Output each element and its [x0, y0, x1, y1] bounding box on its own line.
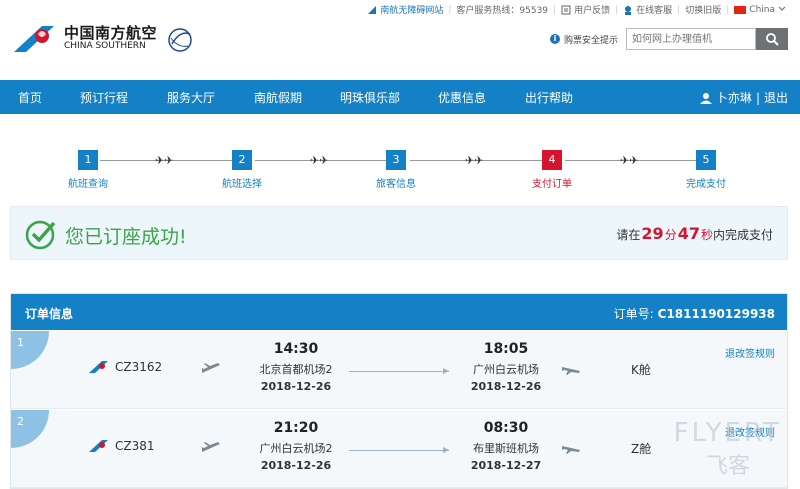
departure-airport: 北京首都机场2: [259, 363, 333, 376]
departure-date: 2018-12-26: [260, 459, 332, 472]
plane-icon: ✈✈: [310, 154, 329, 167]
nav-item-help[interactable]: 出行帮助: [525, 89, 573, 106]
step-passenger-info: 3 旅客信息: [356, 150, 436, 190]
arrival-plane-icon: [562, 367, 580, 375]
nav-item-holidays[interactable]: 南航假期: [254, 89, 302, 106]
booking-progress: ✈✈ ✈✈ ✈✈ ✈✈ 1 航班查询 2 航班选择 3 旅客信息 4 支付订单 …: [0, 150, 800, 196]
step-flight-select: 2 航班选择: [202, 150, 282, 190]
flight-number: CZ3162: [115, 360, 163, 374]
route-arrow: [349, 447, 449, 453]
nav-item-service[interactable]: 服务大厅: [167, 89, 215, 106]
arrival-time: 08:30: [483, 420, 529, 436]
search-button[interactable]: [756, 28, 788, 50]
step-complete: 5 完成支付: [666, 150, 746, 190]
plane-icon: ✈✈: [620, 154, 639, 167]
header-search-area: i 购票安全提示: [549, 28, 788, 50]
airline-logo-icon: [89, 361, 108, 373]
success-message: 您已订座成功!: [65, 226, 187, 248]
online-service-link[interactable]: 在线客服: [636, 3, 672, 16]
logo-text-cn: 中国南方航空: [64, 24, 158, 42]
plane-icon: ✈✈: [465, 154, 484, 167]
safety-tip-link[interactable]: i 购票安全提示: [549, 33, 618, 46]
accessibility-icon: [367, 5, 377, 15]
arrival-date: 2018-12-27: [470, 459, 542, 472]
logo-text-en: CHINA SOUTHERN: [64, 41, 146, 51]
change-rules-link[interactable]: 退改签规则: [725, 345, 775, 360]
kapok-logo-icon: [14, 26, 54, 52]
watermark-text-cn: 飞客: [705, 454, 750, 479]
departure-time: 14:30: [273, 341, 319, 357]
skyteam-logo-icon: [168, 28, 192, 52]
arrival-time: 18:05: [483, 341, 529, 357]
cabin-class: Z舱: [631, 442, 652, 456]
region-select[interactable]: China: [749, 5, 775, 15]
feedback-link[interactable]: 用户反馈: [574, 3, 610, 16]
departure-date: 2018-12-26: [260, 380, 332, 393]
order-title: 订单信息: [25, 307, 74, 321]
departure-plane-icon: [202, 442, 220, 452]
user-icon: [699, 92, 712, 104]
arrival-airport: 广州白云机场: [473, 363, 539, 376]
feedback-icon: [561, 5, 571, 15]
check-circle-icon: [25, 220, 56, 250]
flight-row: 1 CZ3162 14:30 北京首都机场2 2018-12-26 18:05 …: [11, 331, 787, 409]
nav-item-club[interactable]: 明珠俱乐部: [340, 89, 400, 106]
plane-icon: ✈✈: [155, 154, 174, 167]
booking-success-banner: 您已订座成功! 请在 29 分 47 秒 内完成支付: [10, 206, 788, 260]
order-info-panel: 订单信息 订单号: C1811190129938 1 CZ3162 14:30 北…: [10, 293, 788, 489]
departure-time: 21:20: [273, 420, 319, 436]
arrival-date: 2018-12-26: [470, 380, 542, 393]
info-icon: i: [549, 34, 560, 44]
user-area: 卜亦琳 | 退出: [699, 89, 788, 106]
arrival-plane-icon: [562, 446, 580, 454]
cabin-class: K舱: [631, 363, 651, 377]
old-version-link[interactable]: 切换旧版: [685, 3, 721, 16]
hotline-text: 客户服务热线：95539: [456, 6, 549, 16]
nav-item-booking[interactable]: 预订行程: [80, 89, 128, 106]
search-icon: [766, 33, 779, 46]
china-southern-logo[interactable]: 中国南方航空 CHINA SOUTHERN: [12, 22, 202, 56]
search-input[interactable]: [626, 28, 756, 50]
username-link[interactable]: 卜亦琳: [716, 89, 752, 106]
barrier-free-link[interactable]: 南航无障碍网站: [380, 3, 443, 16]
flight-number: CZ381: [115, 439, 155, 453]
segment-index-badge: 1: [11, 331, 49, 369]
watermark-text: FLYERT: [673, 418, 782, 448]
departure-plane-icon: [202, 363, 220, 373]
flight-row: 2 CZ381 21:20 广州白云机场2 2018-12-26 08:30 布…: [11, 410, 787, 488]
payment-countdown: 请在 29 分 47 秒 内完成支付: [616, 224, 773, 243]
logout-link[interactable]: 退出: [764, 89, 788, 106]
departure-airport: 广州白云机场2: [259, 442, 333, 455]
china-flag-icon: [734, 5, 747, 14]
route-arrow: [349, 368, 449, 374]
step-flight-search: 1 航班查询: [48, 150, 128, 190]
step-payment: 4 支付订单: [512, 150, 592, 190]
arrival-airport: 布里斯班机场: [473, 442, 539, 455]
order-number: 订单号: C1811190129938: [613, 307, 775, 321]
main-nav: 首页 预订行程 服务大厅 南航假期 明珠俱乐部 优惠信息 出行帮助 卜亦琳 | …: [0, 80, 800, 114]
segment-index-badge: 2: [11, 410, 49, 448]
customer-service-icon: [623, 5, 633, 15]
airline-logo-icon: [89, 440, 108, 452]
chevron-down-icon[interactable]: [778, 5, 786, 15]
nav-item-promotions[interactable]: 优惠信息: [438, 89, 486, 106]
order-header: 订单信息 订单号: C1811190129938: [11, 294, 787, 330]
utility-bar: 南航无障碍网站 | 客户服务热线：95539 | 用户反馈 | 在线客服 | 切…: [0, 0, 800, 20]
nav-item-home[interactable]: 首页: [18, 89, 42, 106]
